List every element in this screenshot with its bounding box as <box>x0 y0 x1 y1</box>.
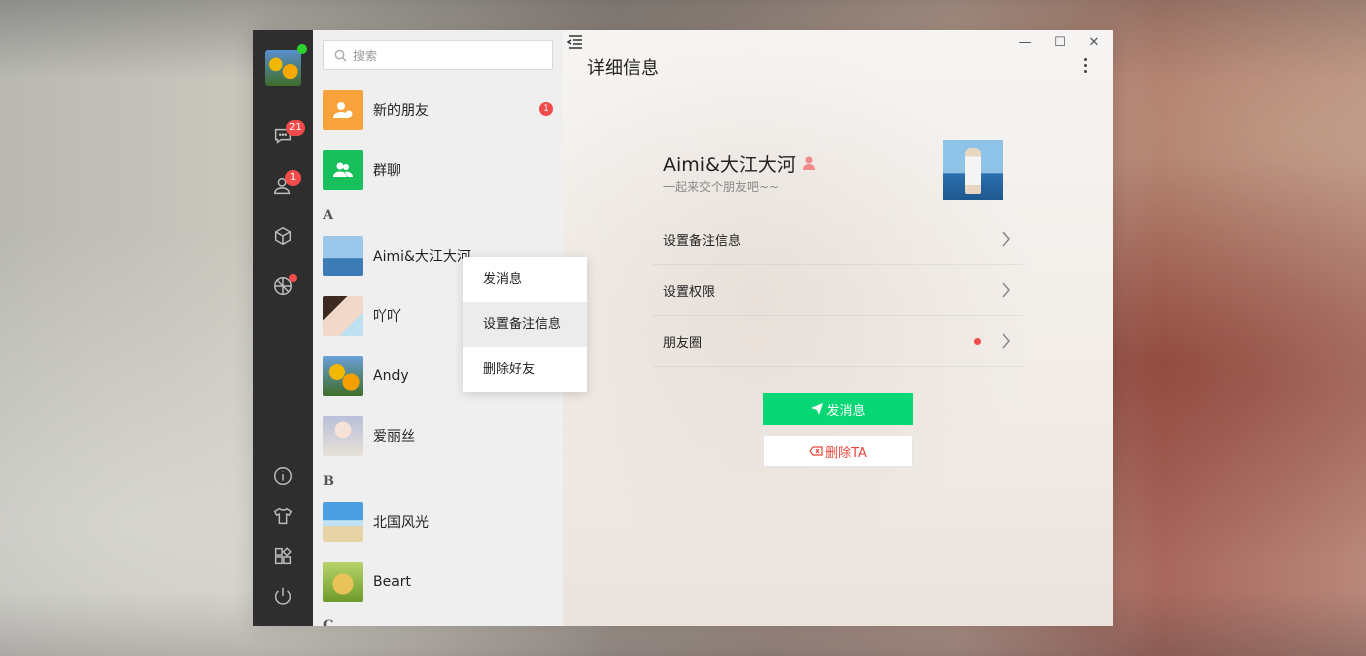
female-icon <box>803 155 815 170</box>
close-icon[interactable]: ✕ <box>1085 34 1103 52</box>
apps-icon[interactable] <box>271 544 295 568</box>
profile-signature: 一起来交个朋友吧~~ <box>663 180 780 194</box>
contact-name: Beart <box>373 574 412 590</box>
my-avatar[interactable] <box>265 50 301 86</box>
maximize-icon[interactable]: ☐ <box>1051 34 1069 52</box>
send-message-button[interactable]: 发消息 <box>763 393 913 425</box>
row-label: 设置权限 <box>663 284 716 300</box>
contact-avatar <box>323 356 363 396</box>
more-options-icon[interactable] <box>1081 58 1089 78</box>
chevron-right-icon <box>1001 333 1011 349</box>
menu-item-send-message[interactable]: 发消息 <box>463 257 587 302</box>
group-chat-icon <box>323 150 363 190</box>
menu-item-set-remark[interactable]: 设置备注信息 <box>463 302 587 347</box>
contact-avatar <box>323 562 363 602</box>
row-moments[interactable]: 朋友圈 <box>653 316 1023 367</box>
online-status-dot <box>297 44 307 54</box>
contact-avatar <box>323 236 363 276</box>
moments-dot <box>289 274 297 282</box>
context-menu: 发消息 设置备注信息 删除好友 <box>463 257 587 392</box>
contact-name: 新的朋友 <box>373 103 429 119</box>
contact-name: 吖吖 <box>373 309 401 325</box>
contacts-badge: 1 <box>285 170 301 186</box>
power-icon[interactable] <box>271 584 295 608</box>
contact-item[interactable]: 爱丽丝 <box>313 408 563 464</box>
minimize-icon[interactable]: — <box>1016 34 1034 52</box>
delete-contact-label: 删除TA <box>825 445 867 461</box>
contact-item[interactable]: Beart <box>313 554 563 610</box>
row-label: 设置备注信息 <box>663 233 742 249</box>
contact-avatar <box>323 502 363 542</box>
chat-badge: 21 <box>286 120 305 136</box>
chat-app-window: 21 1 搜索 新的朋友 1 群聊 A Aimi&大江大河 吖吖 Andy 爱丽… <box>253 30 1113 626</box>
contact-name: 北国风光 <box>373 515 429 531</box>
contact-name: Andy <box>373 368 409 384</box>
contact-avatar <box>323 296 363 336</box>
row-permission[interactable]: 设置权限 <box>653 265 1023 316</box>
new-friends-icon <box>323 90 363 130</box>
contact-avatar <box>323 416 363 456</box>
row-remark[interactable]: 设置备注信息 <box>653 214 1023 265</box>
new-friends-badge: 1 <box>539 102 553 116</box>
contact-name: Aimi&大江大河 <box>373 249 471 265</box>
moments-dot <box>974 338 981 345</box>
chevron-right-icon <box>1001 282 1011 298</box>
page-title: 详细信息 <box>587 58 659 79</box>
contact-name: 爱丽丝 <box>373 429 415 445</box>
row-label: 朋友圈 <box>663 335 703 351</box>
index-letter-c: C <box>323 618 334 626</box>
contact-item[interactable]: 北国风光 <box>313 494 563 550</box>
paper-plane-icon <box>811 403 824 415</box>
index-letter-a: A <box>323 208 334 223</box>
shirt-icon[interactable] <box>271 504 295 528</box>
menu-item-delete-friend[interactable]: 删除好友 <box>463 347 587 392</box>
detail-pane: 详细信息 — ☐ ✕ Aimi&大江大河 一起来交个朋友吧~~ 设置备注信息 设… <box>563 30 1113 626</box>
contact-new-friends[interactable]: 新的朋友 1 <box>313 82 563 138</box>
search-icon <box>334 49 347 62</box>
menu-toggle-icon[interactable] <box>566 34 585 50</box>
send-message-label: 发消息 <box>826 403 866 419</box>
index-letter-b: B <box>323 474 334 489</box>
contact-name: 群聊 <box>373 163 401 179</box>
nav-sidebar: 21 1 <box>253 30 313 626</box>
delete-tag-icon <box>809 446 823 456</box>
cube-icon[interactable] <box>271 224 295 248</box>
info-icon[interactable] <box>271 464 295 488</box>
search-box[interactable]: 搜索 <box>323 40 553 70</box>
profile-name: Aimi&大江大河 <box>663 154 796 176</box>
profile-photo[interactable] <box>943 140 1003 200</box>
contact-group-chat[interactable]: 群聊 <box>313 142 563 198</box>
delete-contact-button[interactable]: 删除TA <box>763 435 913 467</box>
search-placeholder: 搜索 <box>353 48 378 63</box>
chevron-right-icon <box>1001 231 1011 247</box>
